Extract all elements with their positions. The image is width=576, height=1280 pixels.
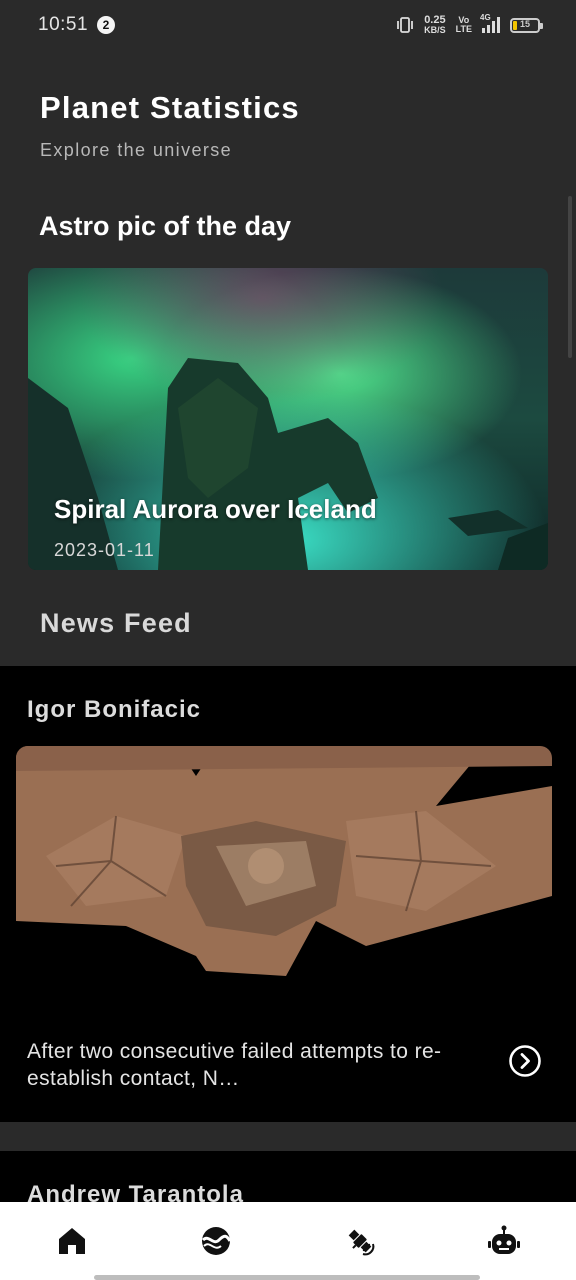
planet-icon — [201, 1227, 232, 1255]
gesture-bar[interactable] — [94, 1275, 480, 1280]
news-author: Igor Bonifacic — [27, 696, 202, 723]
apod-card[interactable]: Spiral Aurora over Iceland 2023-01-11 — [28, 268, 548, 570]
chevron-right-icon[interactable] — [508, 1044, 542, 1078]
nav-satellites[interactable] — [288, 1202, 432, 1280]
news-card[interactable]: Igor Bonifacic After two consecutive fai… — [0, 666, 576, 1122]
volte-indicator: Vo LTE — [455, 15, 472, 34]
battery-icon: 15 — [510, 17, 543, 33]
news-feed-heading: News Feed — [40, 608, 192, 638]
notification-count-badge: 2 — [97, 16, 115, 34]
apod-section-title: Astro pic of the day — [39, 211, 292, 241]
status-bar: 10:51 2 0.25 KB/S Vo LTE 4G 15 — [0, 0, 576, 52]
scrollbar-thumb[interactable] — [568, 196, 572, 358]
satellite-icon — [348, 1229, 375, 1256]
home-icon — [59, 1228, 85, 1254]
robot-icon — [488, 1225, 520, 1254]
vibrate-icon — [397, 17, 414, 33]
nav-home[interactable] — [0, 1202, 144, 1280]
network-speed: 0.25 KB/S — [424, 14, 446, 35]
apod-title: Spiral Aurora over Iceland — [54, 494, 377, 524]
bottom-navigation — [0, 1202, 576, 1280]
page-title: Planet Statistics — [40, 90, 300, 125]
page-subtitle: Explore the universe — [40, 140, 233, 160]
news-image — [16, 746, 552, 1010]
nav-planets[interactable] — [144, 1202, 288, 1280]
news-summary: After two consecutive failed attempts to… — [27, 1040, 442, 1090]
apod-date: 2023-01-11 — [54, 540, 155, 560]
status-time: 10:51 — [38, 14, 89, 35]
nav-robots[interactable] — [432, 1202, 576, 1280]
signal-icon: 4G — [480, 13, 500, 33]
status-icons: 0.25 KB/S Vo LTE 4G 15 — [396, 13, 543, 36]
